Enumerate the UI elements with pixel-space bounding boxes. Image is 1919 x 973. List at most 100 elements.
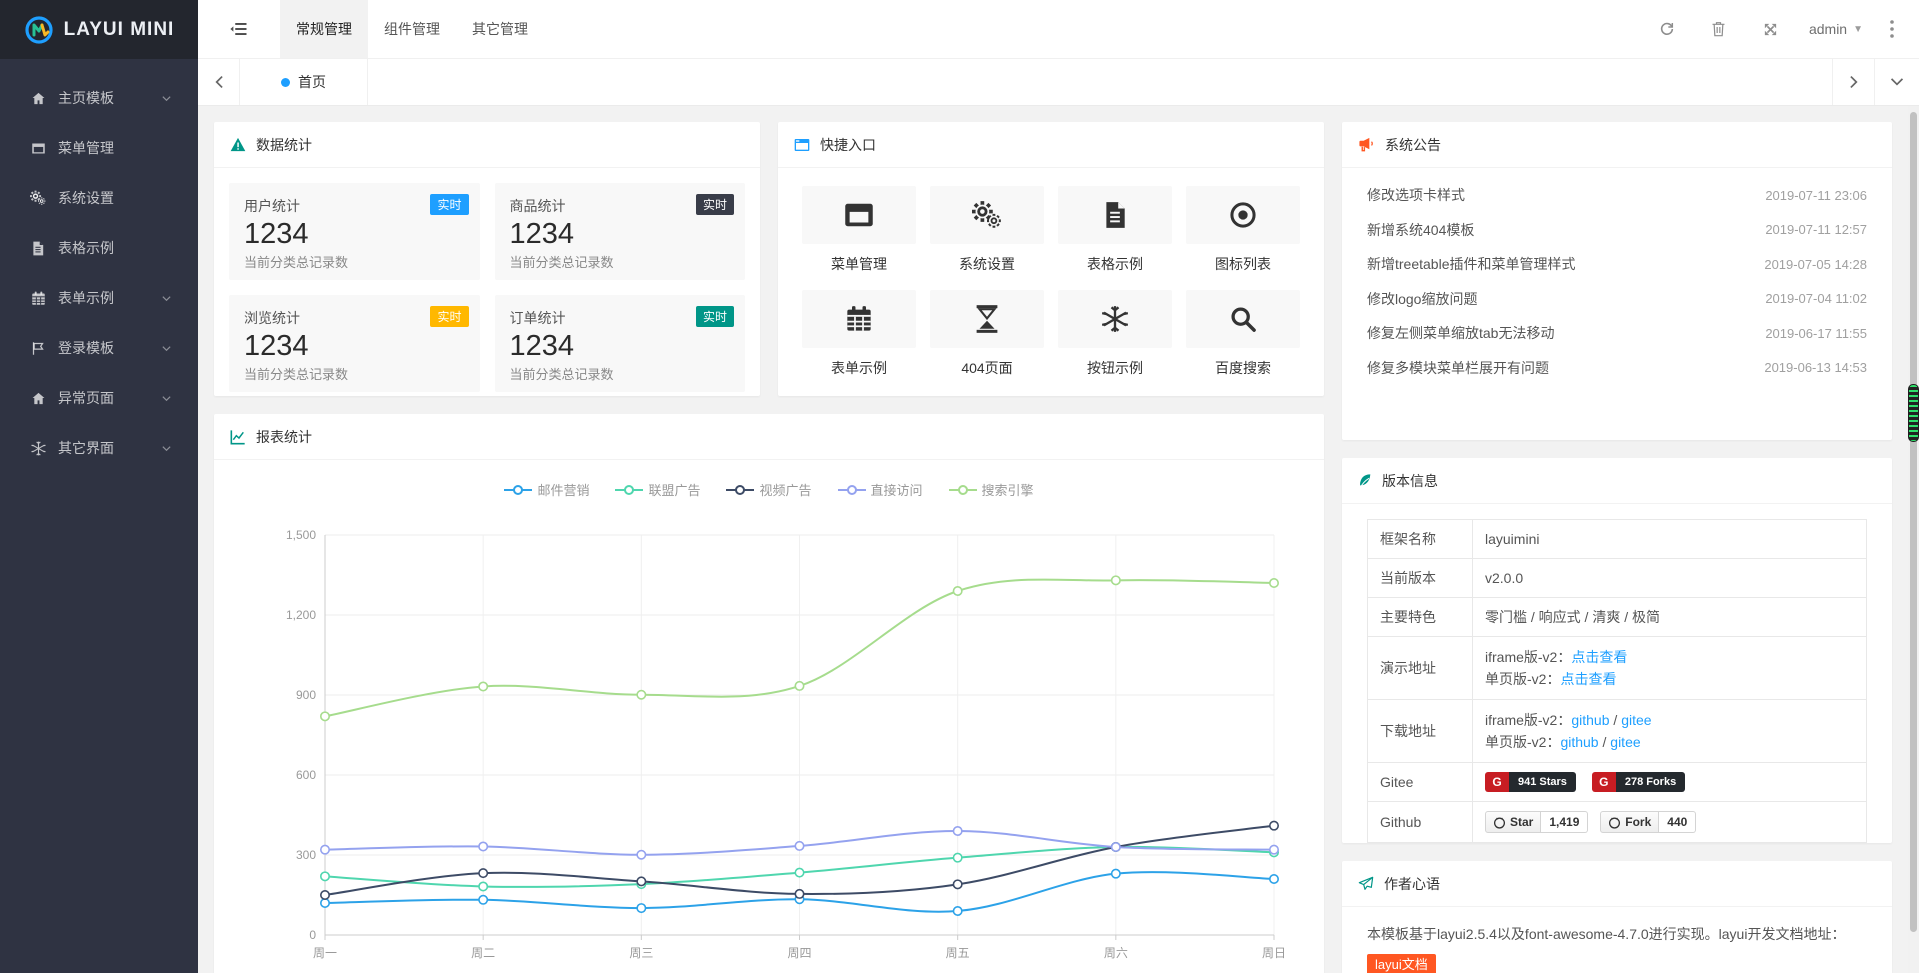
fullscreen-icon — [1763, 22, 1778, 37]
demo-iframe-link[interactable]: 点击查看 — [1571, 649, 1627, 665]
announcements-card: 系统公告 修改选项卡样式2019-07-11 23:06 新增系统404模板20… — [1342, 122, 1892, 440]
layui-doc-badge[interactable]: layui文档 — [1367, 954, 1436, 973]
card-title: 数据统计 — [256, 135, 312, 155]
flag-icon — [28, 341, 48, 356]
demo-onepage-link[interactable]: 点击查看 — [1560, 671, 1616, 687]
tab-scroll-left-button[interactable] — [198, 59, 240, 105]
page-tabbar: 首页 — [198, 59, 1919, 106]
version-card: 版本信息 框架名称 layuimini 当前版本 v2.0.0 主要特色 零门槛… — [1342, 458, 1892, 843]
list-item[interactable]: 新增系统404模板2019-07-11 12:57 — [1367, 213, 1867, 248]
github-star-button[interactable]: Star 1,419 — [1485, 811, 1588, 833]
trash-icon — [1711, 21, 1726, 37]
stat-box-users[interactable]: 用户统计 1234 当前分类总记录数 实时 — [229, 183, 480, 280]
user-menu[interactable]: admin ▼ — [1797, 0, 1875, 58]
table-row: 框架名称 layuimini — [1368, 520, 1867, 559]
collapse-sidebar-button[interactable] — [198, 0, 280, 58]
chevron-down-icon — [1890, 77, 1904, 87]
tab-operations-button[interactable] — [1874, 59, 1919, 105]
list-item[interactable]: 修复多模块菜单栏展开有问题2019-06-13 14:53 — [1367, 351, 1867, 386]
megaphone-icon — [1358, 137, 1375, 153]
tab-home[interactable]: 首页 — [240, 59, 368, 105]
sidebar-item-home-template[interactable]: 主页模板 — [0, 73, 198, 123]
stats-grid: 用户统计 1234 当前分类总记录数 实时 商品统计 1234 当前分类总记录数… — [214, 168, 760, 396]
snowflake-icon — [28, 441, 48, 456]
sidebar-item-table-examples[interactable]: 表格示例 — [0, 223, 198, 273]
sidebar-item-login-templates[interactable]: 登录模板 — [0, 323, 198, 373]
app-logo[interactable]: LAYUI MINI — [0, 0, 198, 59]
shortcut-404-page[interactable]: 404页面 — [930, 290, 1044, 378]
list-item[interactable]: 修改logo缩放问题2019-07-04 11:02 — [1367, 282, 1867, 317]
svg-text:1,500: 1,500 — [286, 528, 316, 542]
window-icon — [844, 202, 874, 228]
list-item[interactable]: 修改选项卡样式2019-07-11 23:06 — [1367, 178, 1867, 213]
card-title: 快捷入口 — [820, 135, 876, 155]
page-scrollbar[interactable] — [1908, 106, 1919, 973]
warning-icon — [230, 137, 246, 152]
gitee-stars-badge[interactable]: G 941 Stars — [1485, 772, 1576, 792]
svg-text:周日: 周日 — [1262, 946, 1286, 960]
card-title: 系统公告 — [1385, 135, 1441, 155]
legend-item[interactable]: 搜索引擎 — [949, 480, 1034, 499]
github-fork-count: 440 — [1659, 811, 1696, 833]
stat-box-goods[interactable]: 商品统计 1234 当前分类总记录数 实时 — [495, 183, 746, 280]
header-tab-other[interactable]: 其它管理 — [456, 0, 544, 58]
stat-box-views[interactable]: 浏览统计 1234 当前分类总记录数 实时 — [229, 295, 480, 392]
gears-icon — [972, 200, 1002, 230]
refresh-icon — [1659, 21, 1675, 37]
stat-box-orders[interactable]: 订单统计 1234 当前分类总记录数 实时 — [495, 295, 746, 392]
download-github-link[interactable]: github — [1571, 712, 1609, 728]
legend-marker-icon — [504, 484, 532, 496]
calendar-icon — [28, 291, 48, 306]
chevron-right-icon — [1849, 75, 1859, 89]
window-icon — [794, 138, 810, 152]
header-tab-components[interactable]: 组件管理 — [368, 0, 456, 58]
sidebar-item-other-ui[interactable]: 其它界面 — [0, 423, 198, 473]
window-icon — [28, 141, 48, 156]
legend-item[interactable]: 直接访问 — [838, 480, 923, 499]
sidebar-item-menu-management[interactable]: 菜单管理 — [0, 123, 198, 173]
status-badge: 实时 — [430, 306, 468, 327]
shortcut-button-examples[interactable]: 按钮示例 — [1058, 290, 1172, 378]
download-gitee-link[interactable]: gitee — [1621, 712, 1651, 728]
sidebar: LAYUI MINI 主页模板 菜单管理 — [0, 0, 198, 973]
chevron-down-icon — [161, 443, 172, 454]
home-icon — [28, 91, 48, 106]
caret-down-icon: ▼ — [1853, 24, 1863, 35]
line-chart[interactable]: 周一周二周三周四周五周六周日03006009001,2001,500 — [214, 499, 1324, 973]
table-row: Github Star 1,419 — [1368, 802, 1867, 843]
refresh-button[interactable] — [1641, 0, 1693, 58]
tab-scroll-right-button[interactable] — [1832, 59, 1874, 105]
sidebar-item-system-settings[interactable]: 系统设置 — [0, 173, 198, 223]
fullscreen-button[interactable] — [1745, 0, 1797, 58]
github-icon — [1493, 816, 1506, 829]
gitee-forks-badge[interactable]: G 278 Forks — [1592, 772, 1685, 792]
download-github-link[interactable]: github — [1560, 734, 1598, 750]
scrollbar-thumb[interactable] — [1910, 112, 1917, 932]
github-icon — [1608, 816, 1621, 829]
list-item[interactable]: 新增treetable插件和菜单管理样式2019-07-05 14:28 — [1367, 247, 1867, 282]
shortcut-system-settings[interactable]: 系统设置 — [930, 186, 1044, 274]
gitee-icon: G — [1485, 772, 1509, 792]
status-badge: 实时 — [430, 194, 468, 215]
table-row: 当前版本 v2.0.0 — [1368, 559, 1867, 598]
shortcut-form-examples[interactable]: 表单示例 — [802, 290, 916, 378]
username: admin — [1809, 21, 1847, 37]
header-tab-general[interactable]: 常规管理 — [280, 0, 368, 58]
shortcut-menu-management[interactable]: 菜单管理 — [802, 186, 916, 274]
legend-item[interactable]: 联盟广告 — [615, 480, 700, 499]
shortcut-table-examples[interactable]: 表格示例 — [1058, 186, 1172, 274]
github-fork-button[interactable]: Fork 440 — [1600, 811, 1696, 833]
version-table: 框架名称 layuimini 当前版本 v2.0.0 主要特色 零门槛 / 响应… — [1367, 519, 1867, 843]
paper-plane-icon — [1358, 876, 1374, 892]
list-item[interactable]: 修复左侧菜单缩放tab无法移动2019-06-17 11:55 — [1367, 316, 1867, 351]
more-options-button[interactable] — [1875, 0, 1909, 58]
shortcut-baidu-search[interactable]: 百度搜索 — [1186, 290, 1300, 378]
sidebar-item-form-examples[interactable]: 表单示例 — [0, 273, 198, 323]
shortcut-icon-list[interactable]: 图标列表 — [1186, 186, 1300, 274]
hourglass-icon — [974, 304, 1000, 334]
download-gitee-link[interactable]: gitee — [1610, 734, 1640, 750]
legend-item[interactable]: 邮件营销 — [504, 480, 589, 499]
legend-item[interactable]: 视频广告 — [726, 480, 811, 499]
sidebar-item-error-pages[interactable]: 异常页面 — [0, 373, 198, 423]
clear-cache-button[interactable] — [1693, 0, 1745, 58]
